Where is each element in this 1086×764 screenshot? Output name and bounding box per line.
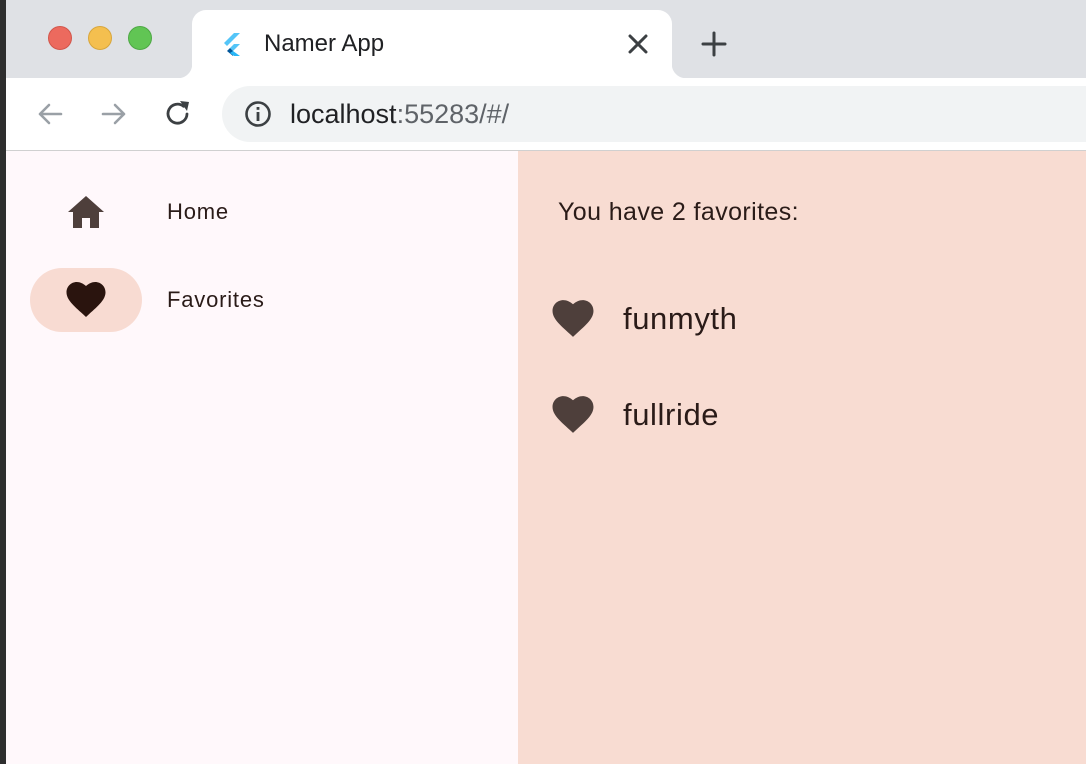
favorite-word: funmyth bbox=[623, 301, 738, 336]
reload-icon[interactable] bbox=[162, 98, 194, 130]
heart-icon bbox=[552, 300, 594, 337]
list-item[interactable]: funmyth bbox=[552, 291, 1052, 347]
flutter-logo-icon bbox=[224, 33, 240, 56]
url-text: localhost:55283/#/ bbox=[290, 99, 509, 129]
info-icon[interactable] bbox=[244, 100, 272, 128]
favorites-count-heading: You have 2 favorites: bbox=[558, 198, 799, 226]
namer-app: Home Favorites You have 2 favorites: fun… bbox=[6, 151, 1086, 764]
browser-tab[interactable]: Namer App bbox=[178, 10, 686, 78]
nav-item-home[interactable]: Home bbox=[30, 180, 430, 244]
browser-toolbar: localhost:55283/#/ bbox=[6, 78, 1086, 151]
nav-label-home: Home bbox=[167, 199, 229, 224]
heart-icon bbox=[66, 282, 106, 317]
list-item[interactable]: fullride bbox=[552, 387, 1052, 443]
nav-label-favorites: Favorites bbox=[167, 287, 265, 312]
home-icon bbox=[68, 196, 104, 228]
close-window-button[interactable] bbox=[48, 26, 72, 50]
url-path: :55283/#/ bbox=[396, 99, 510, 129]
arrow-right-icon[interactable] bbox=[98, 98, 130, 130]
maximize-window-button[interactable] bbox=[128, 26, 152, 50]
minimize-window-button[interactable] bbox=[88, 26, 112, 50]
favorite-word: fullride bbox=[623, 397, 720, 432]
arrow-left-icon[interactable] bbox=[34, 98, 66, 130]
browser-window: Namer App localhost:55283/#/ Home Favori… bbox=[6, 0, 1086, 764]
nav-item-favorites[interactable]: Favorites bbox=[30, 268, 430, 332]
plus-icon[interactable] bbox=[700, 30, 728, 58]
tab-title: Namer App bbox=[264, 30, 385, 57]
favorites-page: You have 2 favorites: funmyth fullride bbox=[518, 151, 1086, 764]
close-icon[interactable] bbox=[624, 30, 652, 58]
tab-bar: Namer App bbox=[6, 0, 1086, 78]
navigation-rail: Home Favorites bbox=[6, 151, 518, 764]
address-bar[interactable]: localhost:55283/#/ bbox=[222, 86, 1086, 142]
heart-icon bbox=[552, 396, 594, 433]
url-host: localhost bbox=[290, 99, 397, 129]
